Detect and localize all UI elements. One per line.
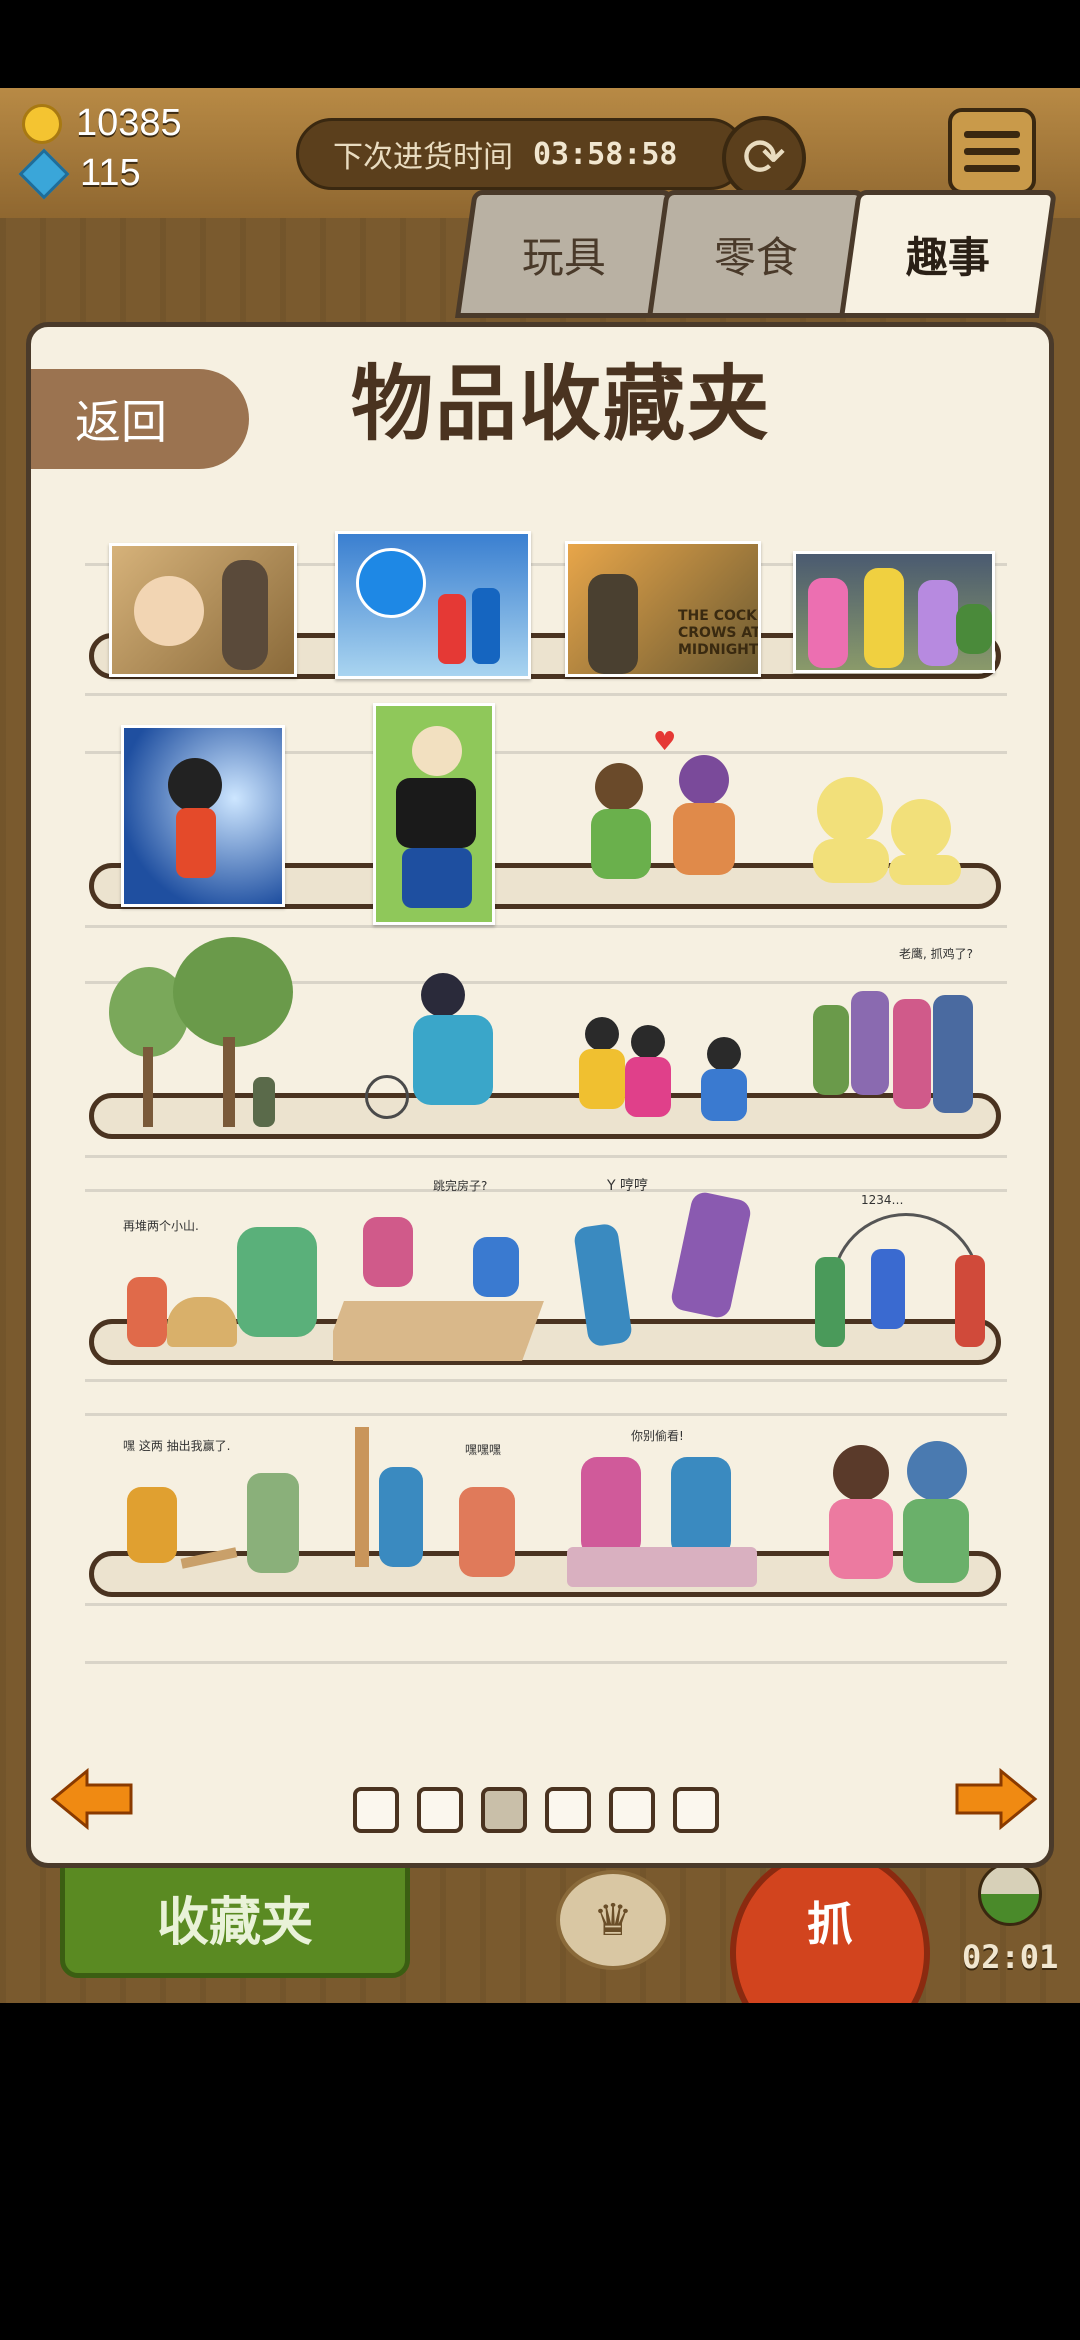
ruled-line [85, 693, 1007, 696]
twin-sprouts-figure[interactable] [807, 759, 977, 889]
sticks-game-caption: 嘿 这两 抽出我赢了. [123, 1439, 231, 1453]
ruled-line [85, 1379, 1007, 1382]
hopscotch-caption: 跳完房子? [433, 1179, 488, 1193]
rolling-hoop-figure[interactable] [351, 955, 551, 1135]
gem-counter: 115 [18, 148, 141, 199]
hide-seek-caption: 嘿嘿嘿 [465, 1443, 502, 1457]
ruled-line [85, 1155, 1007, 1158]
coin-counter: 10385 [22, 102, 182, 145]
claw-indicator-icon [978, 1862, 1042, 1926]
kick-play-figure[interactable]: Y 哼哼 [571, 1175, 771, 1375]
coin-icon [22, 103, 62, 144]
popeye-card[interactable] [373, 703, 495, 925]
page-dot-1[interactable] [353, 1787, 399, 1833]
hide-seek-figure[interactable]: 嘿嘿嘿 [349, 1427, 549, 1597]
gem-amount: 115 [80, 152, 141, 194]
big-head-son-card[interactable] [109, 543, 297, 677]
gem-icon [18, 148, 70, 199]
tab-snacks[interactable]: 零食 [647, 190, 865, 318]
happy-pair-figure[interactable] [803, 1415, 1013, 1601]
hopscotch-figure[interactable]: 跳完房子? [333, 1177, 553, 1377]
page-dot-5[interactable] [609, 1787, 655, 1833]
astro-boy-card[interactable] [121, 725, 285, 907]
tab-fun-stories-label: 趣事 [905, 232, 990, 282]
restock-timer: 下次进货时间 03:58:58 [296, 118, 746, 190]
collection-label: 收藏夹 [156, 1893, 313, 1953]
jump-rope-figure[interactable]: 1234… [811, 1193, 1011, 1369]
next-page-arrow-icon[interactable] [953, 1767, 1039, 1831]
restock-label: 下次进货时间 [333, 140, 513, 175]
tab-toys[interactable]: 玩具 [455, 190, 673, 318]
grab-timer: 02:01 [962, 1938, 1059, 1976]
tab-snacks-label: 零食 [713, 232, 798, 282]
coin-amount: 10385 [76, 102, 182, 144]
collection-panel: 返回 物品收藏夹 THE COCK CROWS AT MIDNIGHT ♥ 老鹰… [26, 322, 1054, 1868]
sand-play-caption: 再堆两个小山. [123, 1219, 199, 1233]
page-indicator [353, 1787, 719, 1833]
restock-time: 03:58:58 [533, 136, 678, 172]
back-button[interactable]: 返回 [31, 369, 249, 469]
prev-page-arrow-icon[interactable] [49, 1767, 135, 1831]
sticks-game-figure[interactable]: 嘿 这两 抽出我赢了. [117, 1423, 327, 1593]
ruled-line [85, 1661, 1007, 1664]
grab-label: 抓 [807, 1897, 853, 1951]
kids-in-forest-figure[interactable] [103, 937, 313, 1143]
kids-sharing-figure[interactable]: ♥ [581, 723, 757, 893]
back-label: 返回 [75, 395, 167, 449]
black-cat-mice-card[interactable] [793, 551, 995, 673]
homework-figure[interactable]: 你别偷看! [561, 1427, 771, 1603]
page-title: 物品收藏夹 [350, 357, 771, 452]
cock-crows-caption: THE COCK CROWS AT MIDNIGHT [678, 608, 761, 658]
grab-button[interactable]: 抓 [730, 1848, 930, 2003]
jump-rope-caption: 1234… [861, 1193, 904, 1207]
sand-play-figure[interactable]: 再堆两个小山. [117, 1197, 327, 1367]
tab-fun-stories[interactable]: 趣事 [839, 190, 1057, 318]
kick-play-caption: Y 哼哼 [607, 1178, 649, 1194]
homework-caption: 你别偷看! [631, 1429, 684, 1443]
tab-toys-label: 玩具 [521, 232, 606, 282]
kids-line-figure[interactable]: 老鹰, 抓鸡了? [803, 945, 1003, 1135]
heart-icon: ♥ [653, 727, 677, 757]
kids-playing-figure[interactable] [567, 1007, 787, 1137]
category-tabs: 玩具 零食 趣事 [455, 190, 1057, 318]
menu-button[interactable] [948, 108, 1036, 194]
refresh-icon[interactable]: ⟳ [722, 116, 806, 200]
ruled-line [85, 1603, 1007, 1606]
ruled-line [85, 925, 1007, 928]
kids-line-caption: 老鹰, 抓鸡了? [899, 947, 973, 961]
cock-crows-card[interactable]: THE COCK CROWS AT MIDNIGHT [565, 541, 761, 677]
page-dot-4[interactable] [545, 1787, 591, 1833]
page-dot-6[interactable] [673, 1787, 719, 1833]
doraemon-card[interactable] [335, 531, 531, 679]
page-dot-2[interactable] [417, 1787, 463, 1833]
trophy-icon[interactable]: ♛ [556, 1870, 670, 1970]
page-dot-3[interactable] [481, 1787, 527, 1833]
